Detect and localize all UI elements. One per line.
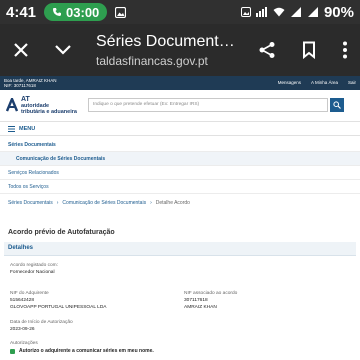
field-value: 307117618 <box>184 298 208 303</box>
at-logo[interactable]: AT autoridade tributária e aduaneira <box>6 96 88 115</box>
image-icon <box>115 6 127 18</box>
nav-servicos-relacionados[interactable]: Serviços Relacionados <box>0 166 360 180</box>
authorization-item: Autorizo o adquirente a comunicar séries… <box>10 348 154 354</box>
field-label: Data de Início de Autorização <box>10 320 73 325</box>
breadcrumb-item[interactable]: Séries Documentais <box>8 200 53 206</box>
field-value: 2023-09-26 <box>10 327 35 332</box>
bookmark-icon[interactable] <box>288 24 330 76</box>
nav-series-documentais[interactable]: Séries Documentais <box>0 138 360 152</box>
user-strip: Boa tarde, AMRAIZ KHAN NIF: 307117618 Me… <box>0 76 360 90</box>
hamburger-icon <box>8 125 15 132</box>
details-panel-header: Detalhes <box>4 242 356 256</box>
authorizations-label-field: Autorizações <box>10 341 38 346</box>
nav-todos-servicos[interactable]: Todos os Serviços <box>0 180 360 194</box>
call-timer: 03:00 <box>66 4 100 20</box>
menu-toggle[interactable]: MENU <box>0 121 360 136</box>
menu-label: MENU <box>19 125 36 132</box>
logo-line3: tributária e aduaneira <box>21 108 77 115</box>
signal-icon <box>290 7 301 17</box>
tab-url: taldasfinancas.gov.pt <box>96 53 208 68</box>
start-date-field: Data de Início de Autorização 2023-09-26 <box>10 320 73 332</box>
chevron-down-icon[interactable] <box>42 24 84 76</box>
wifi-icon <box>273 7 285 17</box>
clock: 4:41 <box>6 3 37 21</box>
logo-at: AT <box>21 95 30 103</box>
more-options-icon[interactable] <box>330 24 360 76</box>
field-value-name: AMRAIZ KHAN <box>184 305 217 310</box>
breadcrumb: Séries Documentais › Comunicação de Séri… <box>8 200 190 206</box>
search-input[interactable]: Indique o que pretende efetuar (Ex: Entr… <box>88 98 328 112</box>
page-title: Acordo prévio de Autofaturação <box>8 229 115 236</box>
nif-adquirente-field: NIF do Adquirente 515642428 GLOVOAPP POR… <box>10 291 107 310</box>
share-icon[interactable] <box>246 24 288 76</box>
signal-icon <box>307 7 318 17</box>
field-label: NIF do Adquirente <box>10 291 49 296</box>
field-label: Autorizações <box>10 341 38 346</box>
nav-comunicacao-series[interactable]: Comunicação de Séries Documentais <box>0 152 360 166</box>
ongoing-call-chip[interactable]: 03:00 <box>44 3 108 21</box>
registered-with-field: Acordo registado com: Fornecedor Naciona… <box>10 263 58 275</box>
sim-signal-icon <box>255 7 267 17</box>
field-label: NIF associado ao acordo <box>184 291 238 296</box>
breadcrumb-item[interactable]: Comunicação de Séries Documentais <box>62 200 146 206</box>
image-icon <box>240 7 251 17</box>
browser-toolbar: Séries Document… taldasfinancas.gov.pt <box>0 24 360 76</box>
nif-associado-field: NIF associado ao acordo 307117618 AMRAIZ… <box>184 291 237 310</box>
field-value-name: GLOVOAPP PORTUGAL UNIPESSOAL LDA <box>10 305 107 310</box>
logout-link[interactable]: Sair <box>348 80 356 85</box>
notification-icons <box>115 6 127 18</box>
my-area-link[interactable]: A Minha Área <box>311 80 338 85</box>
close-icon[interactable] <box>0 24 42 76</box>
breadcrumb-current: Detalhe Acordo <box>155 200 190 206</box>
authorization-text: Autorizo o adquirente a comunicar séries… <box>19 348 154 354</box>
field-label: Acordo registado com: <box>10 263 58 268</box>
search-icon <box>333 101 341 109</box>
search-button[interactable] <box>330 98 344 112</box>
site-header: AT autoridade tributária e aduaneira Ind… <box>0 90 360 120</box>
field-value: Fornecedor Nacional <box>10 270 55 275</box>
battery-percent: 90% <box>323 3 354 21</box>
breadcrumb-separator: › <box>56 200 59 206</box>
check-icon <box>10 348 15 354</box>
breadcrumb-separator: › <box>150 200 152 206</box>
messages-link[interactable]: Mensagens <box>278 80 301 85</box>
at-logo-mark <box>6 98 18 112</box>
status-bar: 4:41 03:00 90% <box>0 0 360 24</box>
phone-icon <box>53 8 62 16</box>
field-value: 515642428 <box>10 298 35 303</box>
tab-title: Séries Document… <box>96 32 235 50</box>
system-icons: 90% <box>240 3 354 21</box>
page-title-area[interactable]: Séries Document… taldasfinancas.gov.pt <box>84 33 246 68</box>
